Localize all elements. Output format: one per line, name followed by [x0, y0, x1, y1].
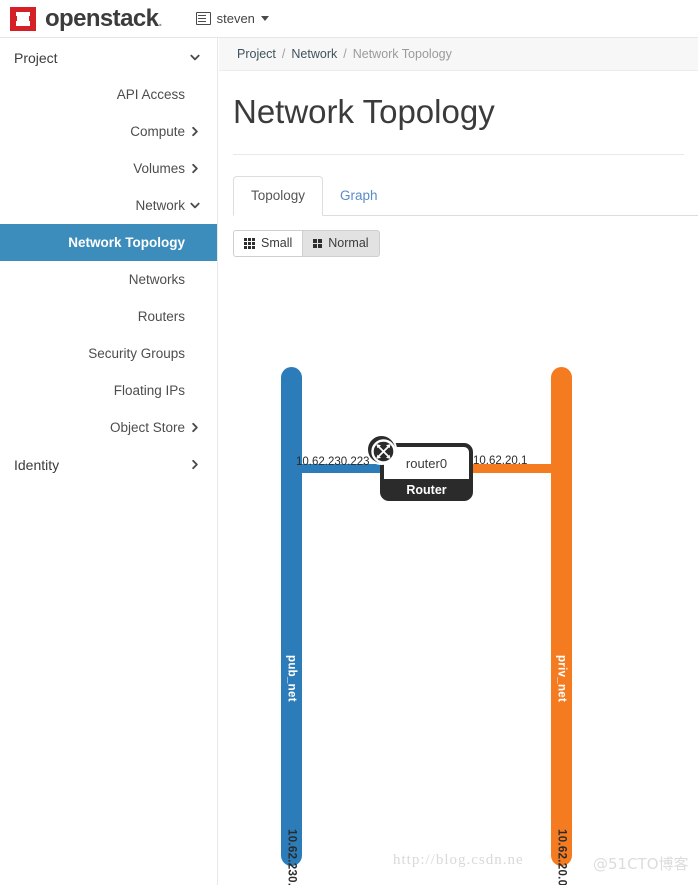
sidebar-item-compute[interactable]: Compute: [0, 113, 217, 150]
grid-3x3-icon: [244, 237, 255, 249]
sidebar-item-label: Identity: [14, 456, 60, 473]
sidebar-nav-list: Project API Access Compute Volumes Network Ne…: [0, 39, 217, 483]
sidebar: Project API Access Compute Volumes Network Ne…: [0, 38, 218, 885]
topology-canvas: pub_net 10.62.230.0/24 priv_net 10.62.20…: [219, 288, 698, 885]
network-name-label-pub-net: pub_net: [285, 655, 298, 702]
sidebar-item-security-groups[interactable]: Security Groups: [0, 335, 217, 372]
ip-label-left: 10.62.230.223: [296, 456, 370, 468]
ip-label-right: 10.62.20.1: [473, 455, 528, 467]
tab-topology[interactable]: Topology: [233, 175, 324, 216]
sidebar-item-api-access[interactable]: API Access: [0, 76, 217, 113]
breadcrumb: Project / Network / Network Topology: [219, 38, 698, 71]
grid-2x2-icon: [313, 238, 323, 248]
chevron-down-icon: [189, 199, 201, 212]
size-toggle-group: Small Normal: [233, 229, 698, 257]
chevron-right-icon: [189, 162, 201, 175]
tab-graph-label: Graph: [340, 188, 378, 204]
user-menu-label: steven: [216, 11, 255, 26]
brand-wordmark: openstack.: [45, 4, 162, 32]
watermark: http://blog.csdn.ne @51CTO博客: [393, 852, 698, 880]
network-bar-priv-net[interactable]: priv_net 10.62.20.0/24: [551, 367, 572, 885]
page-title: Network Topology: [233, 93, 495, 130]
subnet-cidr-label-pub-net: 10.62.230.0/24: [285, 829, 298, 885]
router-node-router0[interactable]: router0 Router: [366, 434, 473, 501]
user-menu[interactable]: steven: [195, 11, 269, 26]
sidebar-item-label: Network: [135, 198, 185, 213]
size-button-normal-label: Normal: [328, 236, 369, 251]
view-tabs: Topology Graph: [233, 175, 698, 216]
size-button-small-label: Small: [261, 236, 293, 251]
breadcrumb-item-project[interactable]: Project: [237, 47, 276, 61]
sidebar-item-label: Networks: [128, 272, 185, 287]
sidebar-item-label: Project: [14, 49, 58, 66]
tab-topology-label: Topology: [251, 188, 306, 204]
openstack-logo[interactable]: openstack.: [10, 4, 162, 32]
title-divider: [233, 153, 684, 155]
network-name-label-priv-net: priv_net: [555, 655, 568, 703]
chevron-down-icon: [189, 51, 201, 64]
watermark-text: http://blog.csdn.ne: [393, 852, 524, 868]
page-root: openstack. steven Project API Access Compu…: [0, 0, 698, 885]
tab-graph[interactable]: Graph: [323, 176, 395, 216]
breadcrumb-current: Network Topology: [352, 47, 452, 61]
watermark-text-2: @51CTO博客: [593, 855, 689, 873]
sidebar-item-label: API Access: [116, 87, 185, 102]
sidebar-item-label: Object Store: [109, 420, 185, 435]
sidebar-item-label: Floating IPs: [113, 383, 185, 398]
brand-dot: .: [158, 12, 162, 29]
openstack-mark-icon: [10, 6, 36, 31]
main-content: Project / Network / Network Topology Net…: [219, 38, 698, 885]
caret-down-icon: [260, 16, 269, 21]
sidebar-item-label: Compute: [130, 124, 185, 139]
network-bar-pub-net[interactable]: pub_net 10.62.230.0/24: [281, 367, 302, 885]
sidebar-item-project[interactable]: Project: [0, 39, 217, 76]
top-navbar: openstack. steven: [0, 0, 698, 38]
breadcrumb-item-network[interactable]: Network: [291, 47, 337, 61]
sidebar-item-label: Network Topology: [68, 235, 185, 250]
sidebar-item-floating-ips[interactable]: Floating IPs: [0, 372, 217, 409]
size-button-small[interactable]: Small: [233, 229, 304, 257]
sidebar-item-label: Volumes: [133, 161, 185, 176]
list-icon: [195, 12, 211, 25]
chevron-right-icon: [189, 125, 201, 138]
sidebar-item-identity[interactable]: Identity: [0, 446, 217, 483]
sidebar-item-object-store[interactable]: Object Store: [0, 409, 217, 446]
sidebar-item-volumes[interactable]: Volumes: [0, 150, 217, 187]
breadcrumb-separator: /: [281, 47, 286, 61]
brand-text: openstack: [45, 4, 159, 32]
sidebar-item-networks[interactable]: Networks: [0, 261, 217, 298]
sidebar-item-routers[interactable]: Routers: [0, 298, 217, 335]
breadcrumb-separator-2: /: [343, 47, 347, 61]
chevron-right-icon: [189, 458, 201, 471]
router-icon: [366, 434, 397, 465]
sidebar-item-network-topology[interactable]: Network Topology: [0, 224, 217, 261]
chevron-right-icon: [189, 421, 201, 434]
size-button-normal[interactable]: Normal: [303, 229, 380, 257]
sidebar-item-label: Security Groups: [88, 346, 185, 361]
router-type-label: Router: [406, 483, 447, 497]
sidebar-item-network[interactable]: Network: [0, 187, 217, 224]
sidebar-item-label: Routers: [137, 309, 185, 324]
